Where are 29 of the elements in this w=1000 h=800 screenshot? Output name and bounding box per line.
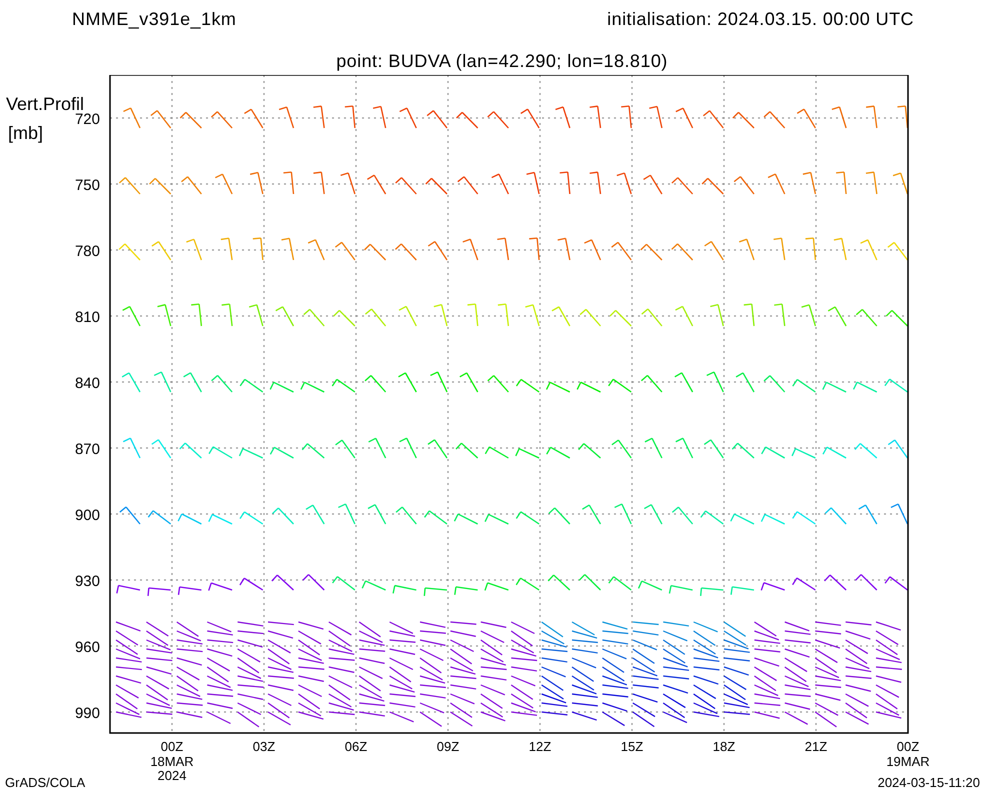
y-tick-label: 870	[74, 441, 100, 458]
y-axis-title: Vert.Profil	[6, 94, 84, 114]
x-date-label: 19MAR	[886, 754, 930, 769]
y-tick-label: 900	[74, 507, 100, 524]
footer-timestamp: 2024-03-15-11:20	[878, 774, 981, 792]
y-tick-label: 720	[74, 111, 100, 128]
x-tick-label: 12Z	[528, 739, 552, 754]
x-date-label: 2024	[158, 768, 186, 783]
y-tick-label: 960	[74, 639, 100, 656]
y-tick-label: 750	[74, 177, 100, 194]
y-tick-label: 780	[74, 243, 100, 260]
point-title: point: BUDVA (lan=42.290; lon=18.810)	[336, 50, 668, 73]
footer-credit: GrADS/COLA	[5, 774, 86, 792]
x-tick-label: 03Z	[252, 739, 276, 754]
x-tick-label: 21Z	[804, 739, 828, 754]
y-tick-label: 810	[74, 309, 100, 326]
x-tick-label: 15Z	[620, 739, 644, 754]
y-tick-label: 840	[74, 375, 100, 392]
y-tick-label: 930	[74, 573, 100, 590]
y-tick-label: 990	[74, 705, 100, 722]
initialisation-time: initialisation: 2024.03.15. 00:00 UTC	[607, 8, 914, 31]
y-axis-title: [mb]	[8, 123, 44, 143]
x-tick-label: 18Z	[712, 739, 736, 754]
x-tick-label: 00Z	[160, 739, 184, 754]
x-tick-label: 00Z	[896, 739, 920, 754]
x-tick-label: 06Z	[344, 739, 368, 754]
model-name: NMME_v391e_1km	[72, 8, 236, 31]
x-date-label: 18MAR	[150, 754, 194, 769]
x-tick-label: 09Z	[436, 739, 460, 754]
